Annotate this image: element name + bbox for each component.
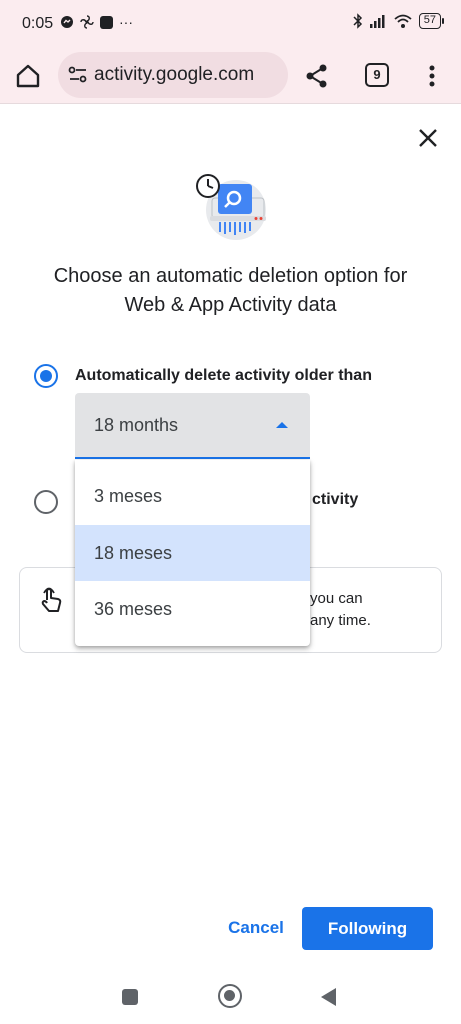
overflow-menu-icon[interactable]: [420, 62, 444, 90]
next-button[interactable]: Following: [302, 907, 433, 950]
tab-switcher-button[interactable]: 9: [365, 63, 389, 87]
back-icon[interactable]: [321, 988, 336, 1006]
retention-period-select[interactable]: 18 months: [75, 393, 310, 459]
wifi-icon: [394, 14, 412, 28]
touch-icon: [41, 587, 62, 612]
retention-period-dropdown: 3 meses 18 meses 36 meses: [75, 460, 310, 646]
activity-controls-illustration: [196, 174, 266, 240]
dropdown-option-36[interactable]: 36 meses: [75, 581, 310, 637]
option-auto-delete[interactable]: Automatically delete activity older than: [34, 363, 372, 389]
url-text[interactable]: activity.google.com: [94, 64, 254, 86]
bluetooth-icon: [353, 13, 362, 29]
system-status-icons: 57: [353, 13, 445, 29]
fan-icon: [80, 15, 94, 29]
signal-icon: [369, 15, 385, 28]
recents-icon[interactable]: [122, 989, 138, 1005]
info-text-line-1: you can: [310, 590, 363, 607]
cancel-button[interactable]: Cancel: [216, 908, 296, 948]
browser-toolbar: activity.google.com 9: [0, 48, 461, 104]
status-bar: 0:05 ··· 57: [0, 0, 461, 48]
info-text-line-2: any time.: [310, 612, 371, 629]
share-icon[interactable]: [303, 62, 331, 90]
more-notifications-indicator: ···: [119, 14, 133, 30]
system-nav-bar: [0, 970, 461, 1024]
dont-auto-delete-radio[interactable]: [34, 490, 58, 514]
dialog-title: Choose an automatic deletion option for …: [53, 265, 408, 316]
auto-delete-label: Automatically delete activity older than: [75, 367, 372, 384]
auto-delete-radio[interactable]: [34, 364, 58, 388]
close-icon[interactable]: [414, 124, 442, 152]
dropdown-option-18[interactable]: 18 meses: [75, 525, 310, 581]
site-settings-icon[interactable]: [66, 63, 90, 87]
home-nav-icon[interactable]: [218, 984, 242, 1008]
address-bar[interactable]: activity.google.com: [58, 52, 288, 98]
home-icon[interactable]: [14, 62, 42, 90]
status-time: 0:05: [22, 15, 54, 32]
dropdown-arrow-icon: [276, 422, 288, 428]
option-dont-auto-delete[interactable]: [34, 489, 58, 515]
app-notification-icon: [100, 15, 113, 29]
notification-icons: ···: [60, 14, 133, 30]
info-text: you can any time.: [310, 588, 430, 632]
battery-icon: 57: [418, 13, 445, 29]
retention-period-value: 18 months: [94, 415, 179, 435]
messenger-icon: [61, 16, 73, 28]
dont-auto-delete-label: ctivity: [312, 491, 359, 508]
dropdown-option-3[interactable]: 3 meses: [75, 468, 310, 524]
